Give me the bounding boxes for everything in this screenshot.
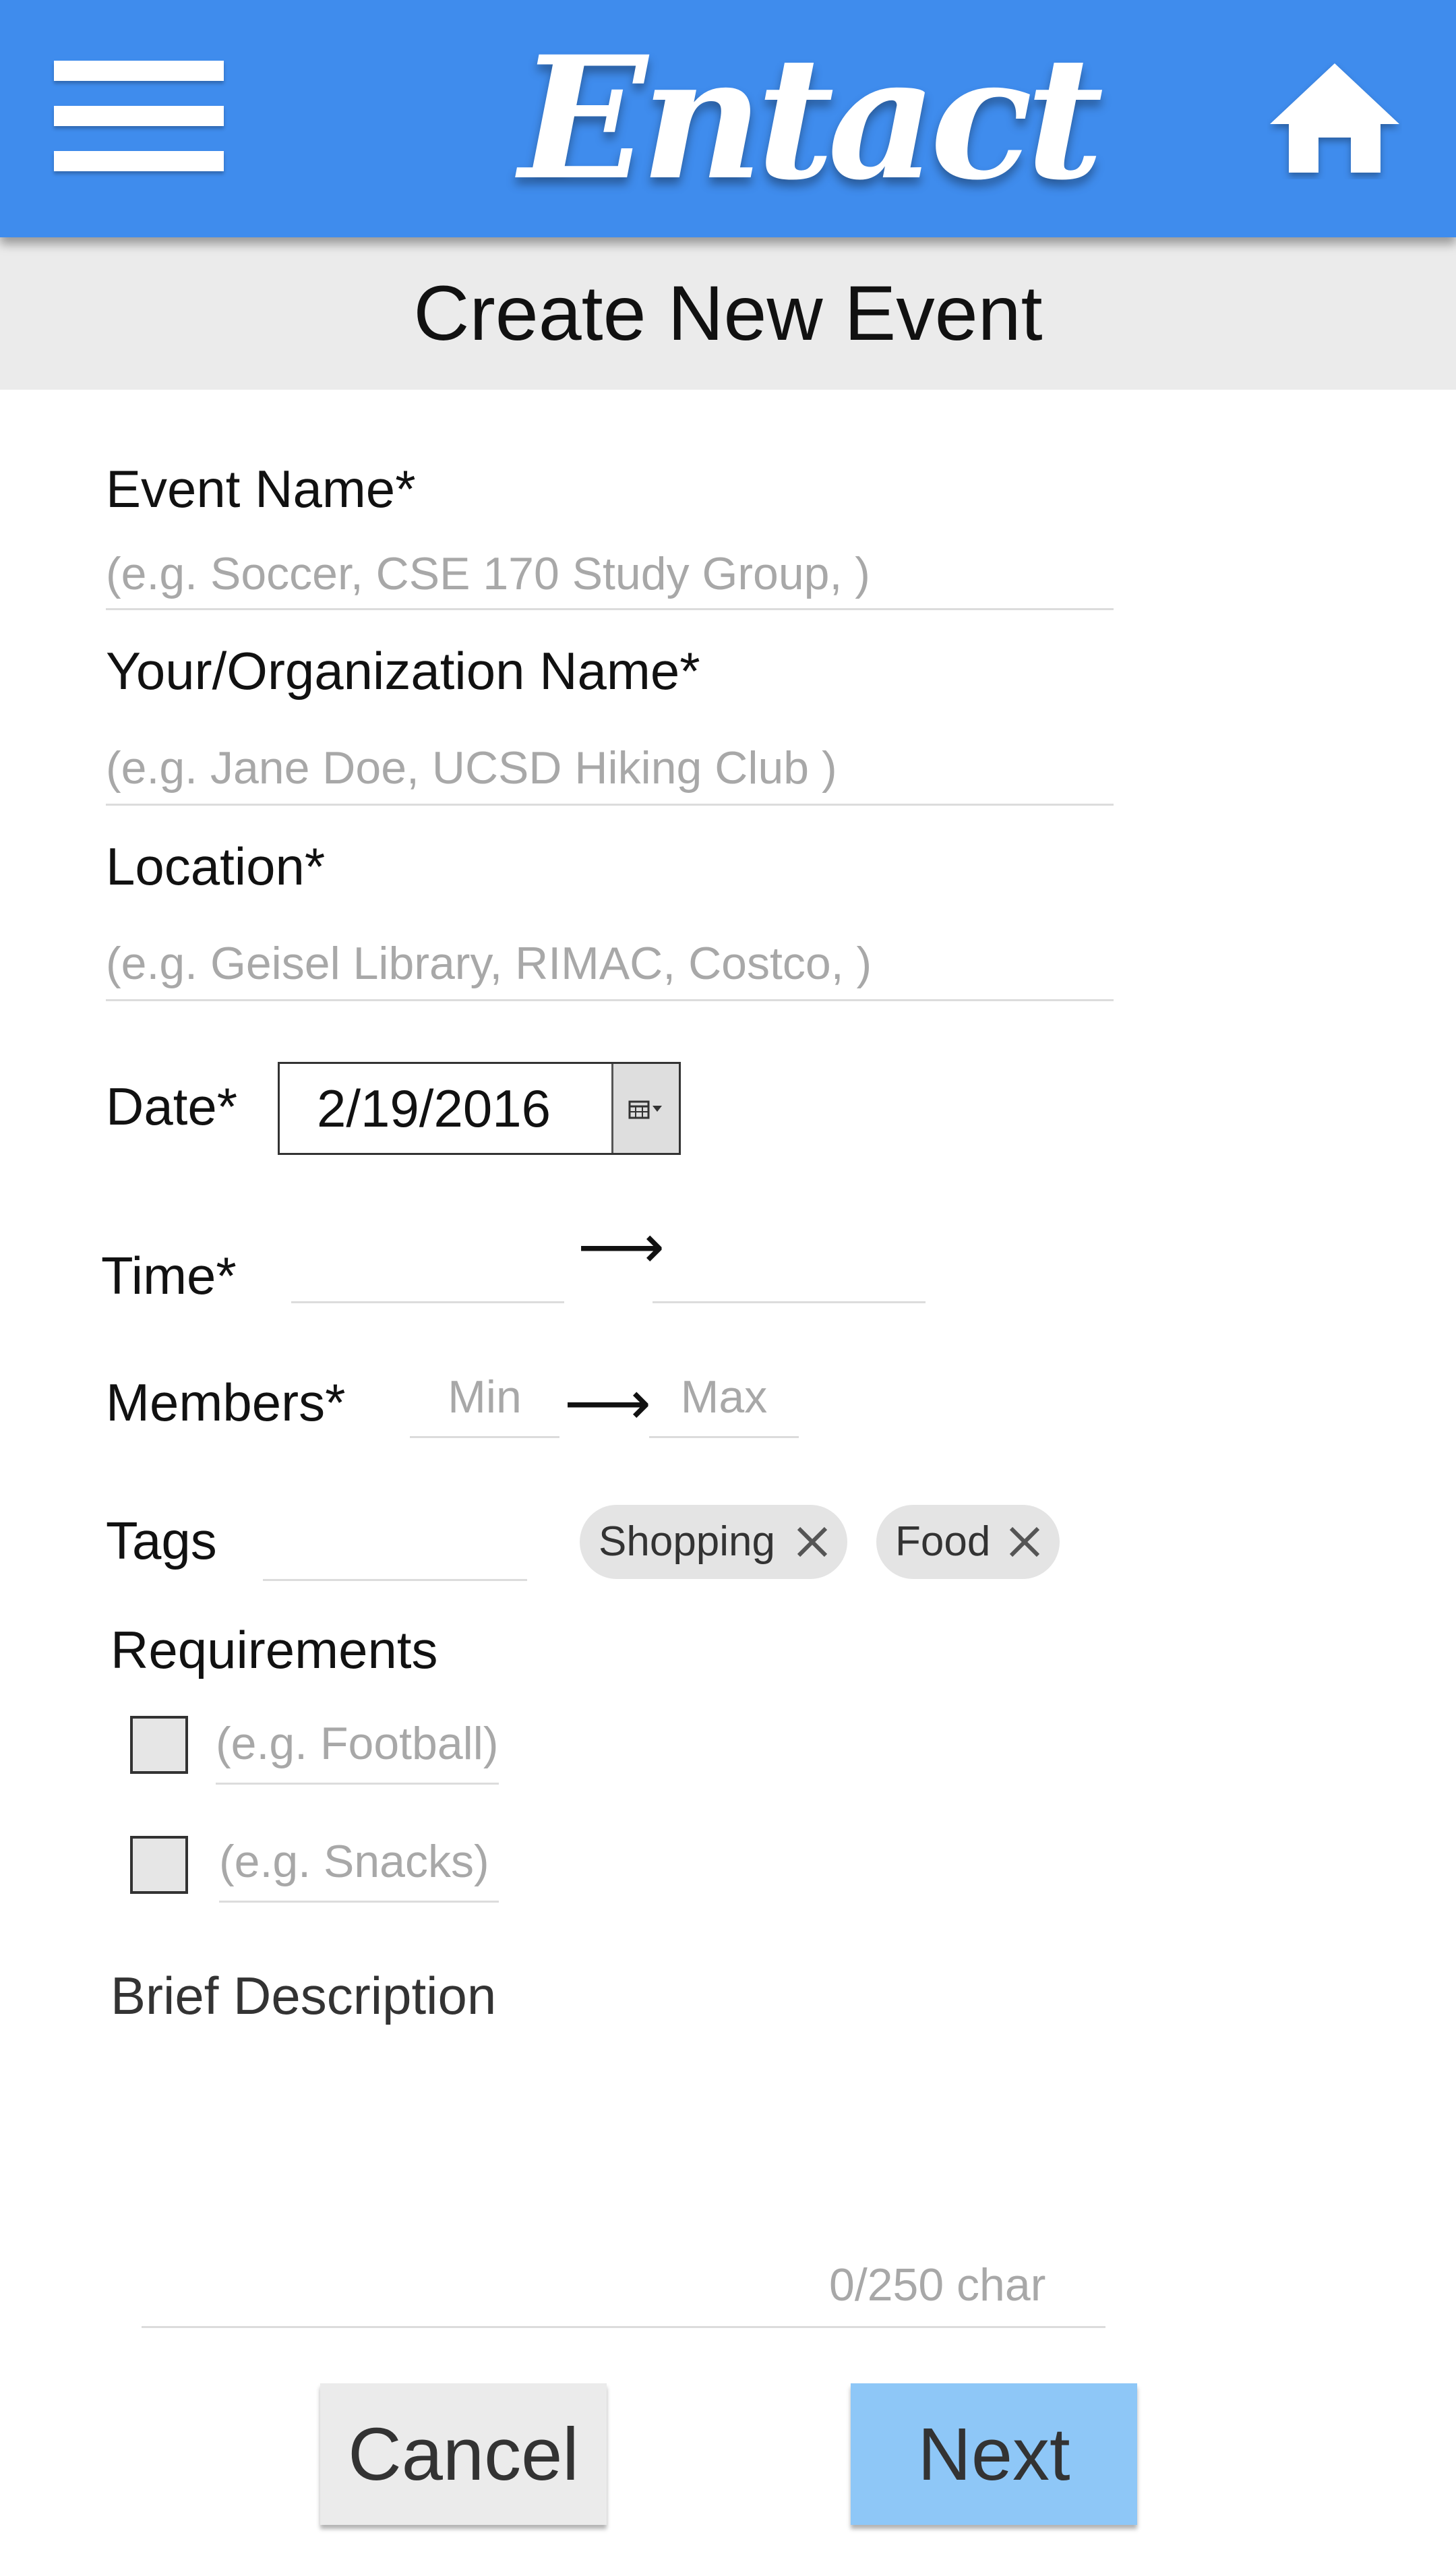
organizer-name-label: Your/Organization Name* [106, 641, 700, 701]
home-icon[interactable] [1267, 58, 1402, 179]
description-label: Brief Description [111, 1966, 497, 2025]
app-logo: Entact [519, 19, 1103, 217]
members-min-input[interactable] [410, 1357, 559, 1438]
members-arrow-icon: ⟶ [564, 1370, 652, 1437]
description-input-underline[interactable] [142, 2326, 1105, 2328]
members-max-input[interactable] [649, 1357, 799, 1438]
requirements-label: Requirements [111, 1620, 438, 1679]
location-label: Location* [106, 837, 326, 896]
next-button[interactable]: Next [851, 2383, 1137, 2525]
requirement-checkbox[interactable] [130, 1836, 188, 1894]
event-name-input[interactable] [106, 539, 1114, 610]
tag-chip-label: Food [895, 1518, 991, 1565]
time-end-input[interactable] [653, 1236, 926, 1303]
char-counter: 0/250 char [829, 2259, 1046, 2311]
time-arrow-icon: ⟶ [578, 1214, 665, 1281]
hamburger-menu-icon[interactable] [54, 61, 224, 175]
tag-chip-food: Food [876, 1505, 1060, 1579]
organizer-name-input[interactable] [106, 732, 1114, 806]
location-input[interactable] [106, 927, 1114, 1001]
time-label: Time* [101, 1246, 237, 1305]
time-start-input[interactable] [291, 1236, 564, 1303]
cancel-button[interactable]: Cancel [320, 2383, 607, 2525]
members-label: Members* [106, 1373, 346, 1432]
title-bar: Create New Event [0, 237, 1456, 390]
tag-chip-label: Shopping [599, 1518, 776, 1565]
requirement-input[interactable] [216, 1704, 499, 1785]
tag-chip-shopping: Shopping [580, 1505, 847, 1579]
app-header: Entact [0, 0, 1456, 237]
close-icon[interactable] [1004, 1522, 1045, 1562]
date-input[interactable]: 2/19/2016 [278, 1062, 681, 1155]
tags-label: Tags [106, 1511, 217, 1570]
event-name-label: Event Name* [106, 459, 416, 518]
date-value: 2/19/2016 [317, 1079, 551, 1138]
requirement-checkbox[interactable] [130, 1716, 188, 1774]
date-label: Date* [106, 1077, 238, 1136]
tags-input[interactable] [263, 1503, 527, 1581]
requirement-input[interactable] [219, 1822, 499, 1903]
close-icon[interactable] [792, 1522, 832, 1562]
calendar-dropdown-icon[interactable] [611, 1064, 679, 1153]
page-title: Create New Event [413, 270, 1043, 357]
